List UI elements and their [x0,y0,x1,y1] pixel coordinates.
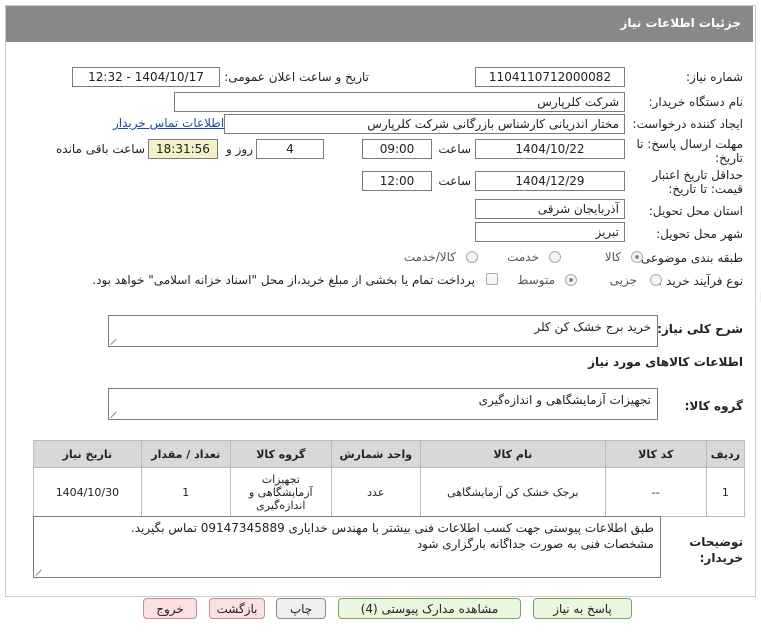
cell-qty: 1 [140,467,231,517]
announce-date-field: 1404/10/17 - 12:32 [72,67,220,87]
validity-date-field: 1404/12/29 [475,171,625,191]
category-option-goods: کالا [604,250,621,264]
validity-label: حداقل تاریخ اعتبار [652,168,743,182]
treasury-payment-checkbox[interactable] [486,273,498,285]
exit-button[interactable]: خروج [143,598,197,619]
buyer-org-field: شرکت کلرپارس [174,92,625,112]
city-field: تبریز [475,222,625,242]
remaining-time-field: 18:31:56 [148,139,218,159]
resize-grip-icon[interactable] [111,337,119,345]
process-option-minor: جزیی [609,273,637,287]
cell-unit: عدد [330,467,421,517]
cell-name: برجک خشک کن آزمایشگاهی [419,467,606,517]
cell-group: تجهیزات آزمایشگاهی و اندازه‌گیری [229,467,332,517]
buyer-notes-label-2: خریدار: [699,551,743,565]
category-option-service: خدمت [507,250,539,264]
process-radio-minor[interactable] [650,274,662,286]
deadline-date-field: 1404/10/22 [475,139,625,159]
print-button[interactable]: چاپ [276,598,326,619]
reply-button[interactable]: پاسخ به نیاز [533,598,632,619]
process-label: نوع فرآیند خرید : [658,274,743,288]
province-label: استان محل تحویل: [648,204,743,218]
province-field: آذربایجان شرقی [475,199,625,219]
buyer-notes-line-2: مشخصات فنی به صورت جداگانه بارگزاری شود [416,537,654,551]
items-table: ردیف کد کالا نام کالا واحد شمارش گروه کا… [33,440,746,517]
validity-label-2: قیمت: تا تاریخ: [668,182,743,196]
announce-date-label: تاریخ و ساعت اعلان عمومی: [224,70,369,84]
col-header-unit: واحد شمارش [330,440,421,468]
creator-label: ایجاد کننده درخواست: [632,117,743,131]
cell-row: 1 [705,467,746,517]
category-radio-service[interactable] [549,251,561,263]
treasury-payment-note: پرداخت تمام یا بخشی از مبلغ خرید،از محل … [92,273,475,287]
city-label: شهر محل تحویل: [656,227,743,241]
description-label: شرح کلی نیاز: [657,322,743,336]
category-radio-goods[interactable] [631,251,643,263]
col-header-group: گروه کالا [229,440,332,468]
cell-date: 1404/10/30 [33,467,142,517]
description-text: خرید برج خشک کن کلر [534,320,651,334]
col-header-code: کد کالا [604,440,707,468]
page-title: جزئیات اطلاعات نیاز [620,16,741,30]
category-radio-both[interactable] [466,251,478,263]
deadline-time-label: ساعت [438,142,471,156]
title-bar: جزئیات اطلاعات نیاز [6,6,753,42]
validity-time-field: 12:00 [362,171,432,191]
goods-group-text: تجهیزات آزمایشگاهی و اندازه‌گیری [478,393,651,407]
deadline-time-field: 09:00 [362,139,432,159]
category-option-both: کالا/خدمت [403,250,456,264]
buyer-contact-link[interactable]: اطلاعات تماس خریدار [113,116,224,130]
table-row: 1 -- برجک خشک کن آزمایشگاهی عدد تجهیزات … [33,467,746,517]
validity-time-label: ساعت [438,174,471,188]
cell-code: -- [604,467,707,517]
description-textarea[interactable]: خرید برج خشک کن کلر [108,315,658,347]
category-label: طبقه بندی موضوعی: [636,251,743,265]
process-option-medium: متوسط [517,273,555,287]
days-remaining-field: 4 [256,139,324,159]
col-header-qty: تعداد / مقدار [140,440,231,468]
goods-group-textarea[interactable]: تجهیزات آزمایشگاهی و اندازه‌گیری [108,388,658,420]
goods-group-label: گروه کالا: [684,399,743,413]
col-header-date: تاریخ نیاز [33,440,142,468]
buyer-notes-label: توضیحات [689,535,743,549]
resize-grip-icon[interactable] [111,410,119,418]
buyer-notes-textarea[interactable]: طبق اطلاعات پیوستی جهت کسب اطلاعات فنی ب… [33,516,661,578]
table-header-row: ردیف کد کالا نام کالا واحد شمارش گروه کا… [33,440,746,468]
back-button[interactable]: بازگشت [209,598,265,619]
days-word-label: روز و [226,142,253,156]
need-number-field: 1104110712000082 [475,67,625,87]
process-radio-medium[interactable] [565,274,577,286]
col-header-name: نام کالا [419,440,606,468]
need-number-label: شماره نیاز: [686,70,743,84]
deadline-label-2: تاریخ: [715,151,743,165]
buyer-org-label: نام دستگاه خریدار: [648,95,744,109]
deadline-label: مهلت ارسال پاسخ: تا [636,137,743,151]
creator-field: مختار اندریانی کارشناس بازرگانی شرکت کلر… [224,114,625,134]
remaining-time-label: ساعت باقی مانده [55,142,145,156]
buyer-notes-line-1: طبق اطلاعات پیوستی جهت کسب اطلاعات فنی ب… [130,521,654,535]
attachments-button[interactable]: مشاهده مدارک پیوستی (4) [338,598,521,619]
resize-grip-icon[interactable] [36,568,44,576]
col-header-row: ردیف [705,440,746,468]
goods-section-title: اطلاعات کالاهای مورد نیاز [588,355,743,369]
